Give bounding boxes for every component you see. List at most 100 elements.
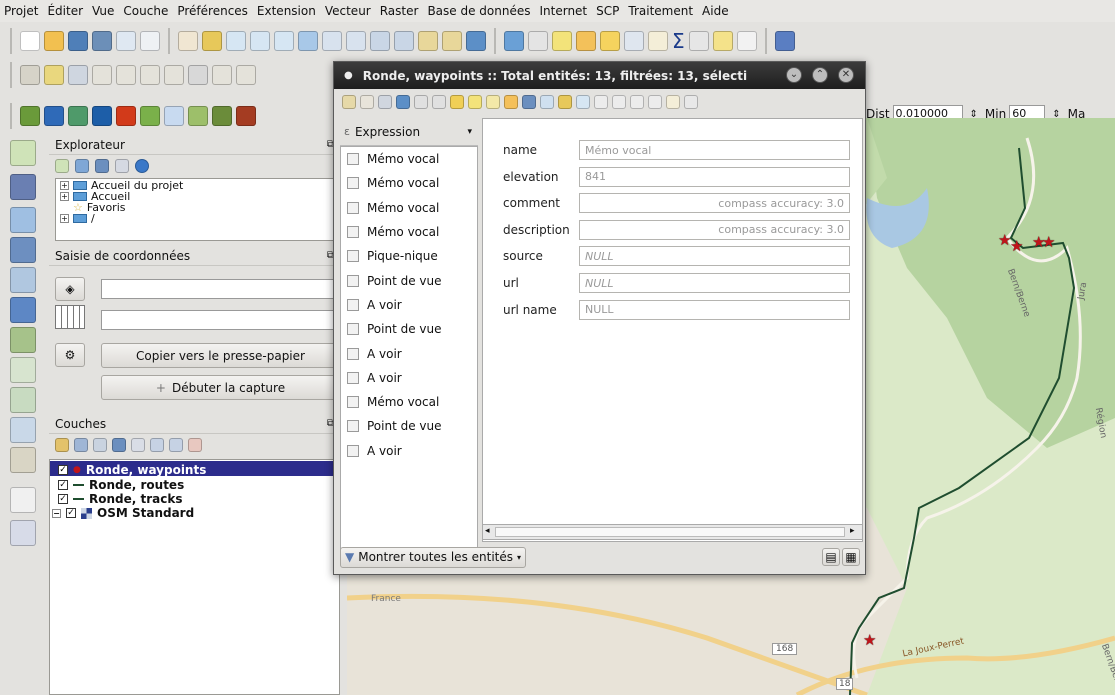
field-calculator-icon[interactable] — [648, 31, 668, 51]
info-icon[interactable] — [135, 159, 149, 173]
filter-icon[interactable] — [95, 159, 109, 173]
filter-legend-icon[interactable] — [112, 438, 126, 452]
reload-icon[interactable] — [396, 95, 410, 109]
cut-features-icon[interactable] — [212, 65, 232, 85]
menu-item[interactable]: Traitement — [628, 4, 693, 18]
add-virtual-layer-icon[interactable] — [10, 387, 36, 413]
menu-item[interactable]: SCP — [596, 4, 619, 18]
layer-checkbox[interactable]: ✓ — [58, 465, 68, 475]
crs-settings-icon[interactable]: ⚙ — [55, 343, 85, 367]
save-project-icon[interactable] — [68, 31, 88, 51]
zoom-selection-icon[interactable] — [322, 31, 342, 51]
tools-icon[interactable] — [236, 106, 256, 126]
move-feature-icon[interactable] — [116, 65, 136, 85]
add-delimited-layer-icon[interactable] — [10, 357, 36, 383]
waypoint-marker[interactable]: ★ — [1042, 235, 1055, 250]
filter-expression-icon[interactable] — [131, 438, 145, 452]
current-edits-icon[interactable] — [20, 65, 40, 85]
multi-edit-icon[interactable] — [360, 95, 374, 109]
menu-item[interactable]: Vecteur — [325, 4, 371, 18]
scroll-right-icon[interactable]: ▸ — [850, 526, 855, 536]
field-input[interactable]: NULL — [579, 273, 850, 293]
feature-checkbox[interactable] — [347, 250, 359, 263]
add-wcs-layer-icon[interactable] — [10, 297, 36, 323]
plugin-icon[interactable] — [10, 520, 36, 546]
close-button[interactable]: ✕ — [838, 67, 854, 83]
show-bookmarks-icon[interactable] — [442, 31, 462, 51]
menu-item[interactable]: Aide — [702, 4, 729, 18]
save-edits-icon[interactable] — [68, 65, 88, 85]
add-selected-icon[interactable] — [55, 159, 69, 173]
field-input[interactable]: Mémo vocal — [579, 140, 850, 160]
menu-item[interactable]: Extension — [257, 4, 316, 18]
feature-list-item[interactable]: A voir — [341, 341, 477, 365]
text-annotation-icon[interactable] — [736, 31, 757, 51]
zoom-layer-icon[interactable] — [346, 31, 366, 51]
feature-checkbox[interactable] — [347, 226, 359, 239]
scroll-left-icon[interactable]: ◂ — [485, 526, 490, 536]
add-vector-layer-icon[interactable] — [10, 140, 36, 166]
export-icon[interactable] — [116, 106, 136, 126]
attribute-table-icon[interactable] — [624, 31, 644, 51]
expand-icon[interactable]: + — [60, 181, 69, 190]
feature-checkbox[interactable] — [347, 274, 359, 287]
delete-field-icon[interactable] — [648, 95, 662, 109]
feature-checkbox[interactable] — [347, 444, 359, 457]
select-by-value-icon[interactable] — [576, 31, 596, 51]
scroll-thumb[interactable] — [495, 527, 845, 537]
vertex-tool-icon[interactable] — [140, 65, 160, 85]
feature-list-item[interactable]: Mémo vocal — [341, 147, 477, 171]
actions-icon[interactable] — [528, 31, 548, 51]
add-group-icon[interactable] — [74, 438, 88, 452]
pan-hand-icon[interactable] — [178, 31, 198, 51]
deselect-all-icon[interactable] — [504, 95, 518, 109]
feature-checkbox[interactable] — [347, 177, 359, 190]
feature-list-item[interactable]: Mémo vocal — [341, 171, 477, 195]
feature-checkbox[interactable] — [347, 153, 359, 166]
toggle-edit-icon[interactable] — [342, 95, 356, 109]
refresh-icon[interactable] — [466, 31, 486, 51]
save-edits-icon[interactable] — [378, 95, 392, 109]
waypoint-marker[interactable]: ★ — [1010, 239, 1023, 254]
add-wms-icon[interactable] — [164, 106, 184, 126]
collapse-icon[interactable]: − — [52, 508, 61, 518]
add-feature-icon[interactable] — [92, 65, 112, 85]
menu-item[interactable]: Raster — [380, 4, 419, 18]
delete-feature-icon[interactable] — [432, 95, 446, 109]
feature-list-item[interactable]: Mémo vocal — [341, 390, 477, 414]
feature-checkbox[interactable] — [347, 347, 359, 360]
add-vector-icon[interactable] — [44, 106, 64, 126]
layer-item[interactable]: ✓ Ronde, tracks — [58, 492, 182, 506]
style-icon[interactable] — [55, 438, 69, 452]
maximize-button[interactable]: ⌃ — [812, 67, 828, 83]
move-selection-top-icon[interactable] — [540, 95, 554, 109]
paste-icon[interactable] — [612, 95, 626, 109]
new-geopackage-icon[interactable] — [10, 447, 36, 473]
add-wms-layer-icon[interactable] — [10, 267, 36, 293]
deselect-icon[interactable] — [600, 31, 620, 51]
select-all-icon[interactable] — [468, 95, 482, 109]
feature-checkbox[interactable] — [347, 371, 359, 384]
zoom-in-icon[interactable] — [226, 31, 246, 51]
toggle-editing-icon[interactable] — [44, 65, 64, 85]
delete-selected-icon[interactable] — [188, 65, 208, 85]
conditional-formatting-icon[interactable] — [684, 95, 698, 109]
open-project-icon[interactable] — [44, 31, 64, 51]
feature-checkbox[interactable] — [347, 298, 359, 311]
zoom-selected-icon[interactable] — [576, 95, 590, 109]
zoom-next-icon[interactable] — [394, 31, 414, 51]
coordinate-input-1[interactable] — [101, 279, 340, 299]
menu-item[interactable]: Préférences — [177, 4, 248, 18]
field-input[interactable]: NULL — [579, 246, 850, 267]
add-raster-layer-icon[interactable] — [10, 174, 36, 200]
feature-checkbox[interactable] — [347, 420, 359, 433]
grid-icon[interactable] — [55, 305, 85, 329]
window-menu-icon[interactable]: ● — [344, 70, 353, 81]
copy-features-icon[interactable] — [236, 65, 256, 85]
menu-item[interactable]: Internet — [539, 4, 587, 18]
menu-item[interactable]: Éditer — [47, 4, 83, 18]
filter-select-icon[interactable] — [522, 95, 536, 109]
visibility-icon[interactable] — [93, 438, 107, 452]
add-wfs-layer-icon[interactable] — [10, 327, 36, 353]
layer-item[interactable]: − ✓ OSM Standard — [52, 506, 194, 520]
